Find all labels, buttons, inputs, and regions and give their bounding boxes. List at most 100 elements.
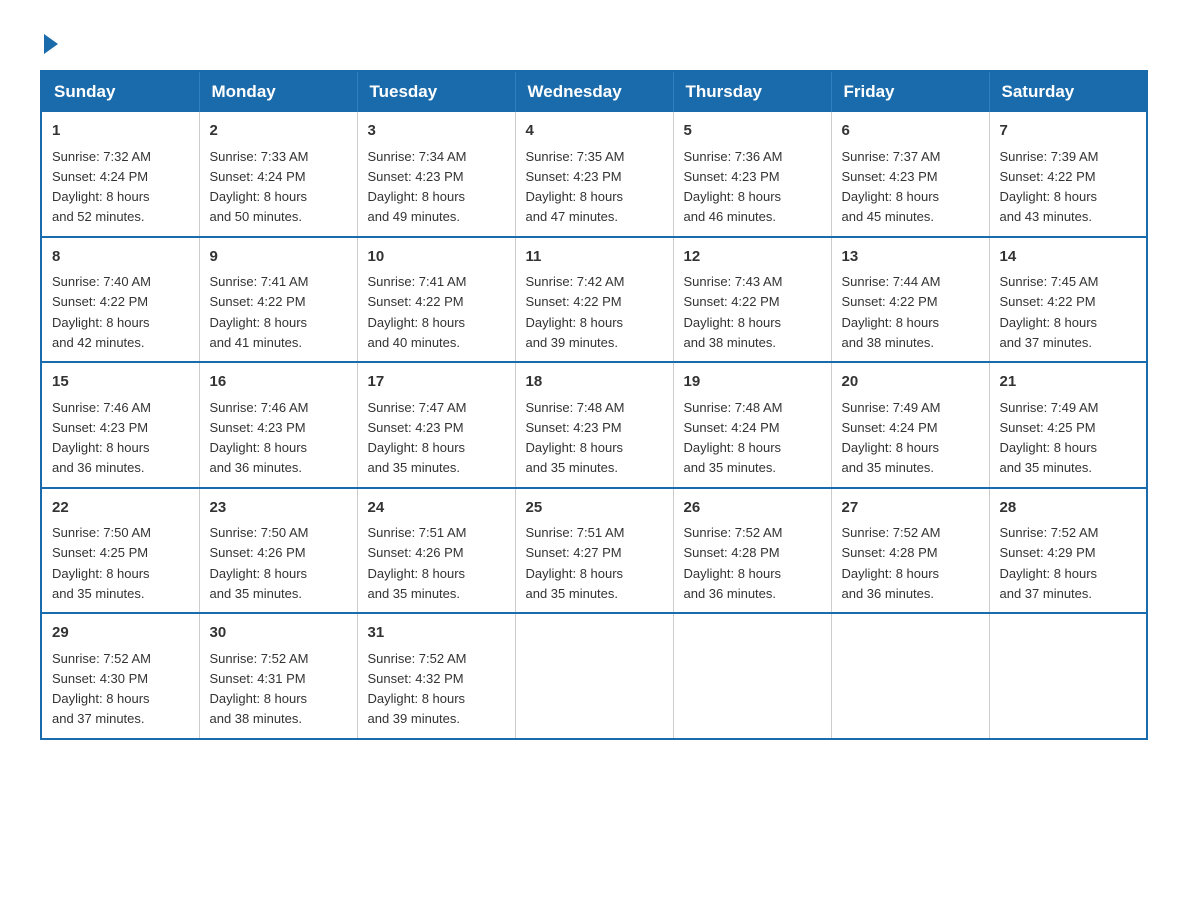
day-info: Sunrise: 7:52 AMSunset: 4:28 PMDaylight:…: [684, 525, 783, 601]
header: [40, 30, 1148, 50]
calendar-cell: 19 Sunrise: 7:48 AMSunset: 4:24 PMDaylig…: [673, 362, 831, 488]
day-number: 19: [684, 371, 821, 394]
calendar-cell: 27 Sunrise: 7:52 AMSunset: 4:28 PMDaylig…: [831, 488, 989, 614]
day-number: 7: [1000, 120, 1137, 143]
calendar-cell: 3 Sunrise: 7:34 AMSunset: 4:23 PMDayligh…: [357, 112, 515, 237]
calendar-cell: 11 Sunrise: 7:42 AMSunset: 4:22 PMDaylig…: [515, 237, 673, 363]
calendar-week-5: 29 Sunrise: 7:52 AMSunset: 4:30 PMDaylig…: [41, 613, 1147, 739]
day-number: 27: [842, 497, 979, 520]
day-info: Sunrise: 7:34 AMSunset: 4:23 PMDaylight:…: [368, 149, 467, 225]
calendar-cell: 29 Sunrise: 7:52 AMSunset: 4:30 PMDaylig…: [41, 613, 199, 739]
day-info: Sunrise: 7:52 AMSunset: 4:30 PMDaylight:…: [52, 651, 151, 727]
calendar-week-3: 15 Sunrise: 7:46 AMSunset: 4:23 PMDaylig…: [41, 362, 1147, 488]
calendar-cell: [673, 613, 831, 739]
day-number: 3: [368, 120, 505, 143]
day-info: Sunrise: 7:45 AMSunset: 4:22 PMDaylight:…: [1000, 274, 1099, 350]
logo-arrow-icon: [44, 34, 58, 54]
calendar-cell: 7 Sunrise: 7:39 AMSunset: 4:22 PMDayligh…: [989, 112, 1147, 237]
day-info: Sunrise: 7:35 AMSunset: 4:23 PMDaylight:…: [526, 149, 625, 225]
day-number: 2: [210, 120, 347, 143]
calendar-cell: 23 Sunrise: 7:50 AMSunset: 4:26 PMDaylig…: [199, 488, 357, 614]
weekday-header-wednesday: Wednesday: [515, 71, 673, 112]
day-number: 18: [526, 371, 663, 394]
day-info: Sunrise: 7:36 AMSunset: 4:23 PMDaylight:…: [684, 149, 783, 225]
calendar-week-1: 1 Sunrise: 7:32 AMSunset: 4:24 PMDayligh…: [41, 112, 1147, 237]
day-info: Sunrise: 7:40 AMSunset: 4:22 PMDaylight:…: [52, 274, 151, 350]
day-number: 1: [52, 120, 189, 143]
calendar-cell: 22 Sunrise: 7:50 AMSunset: 4:25 PMDaylig…: [41, 488, 199, 614]
day-info: Sunrise: 7:48 AMSunset: 4:24 PMDaylight:…: [684, 400, 783, 476]
day-info: Sunrise: 7:42 AMSunset: 4:22 PMDaylight:…: [526, 274, 625, 350]
calendar-body: 1 Sunrise: 7:32 AMSunset: 4:24 PMDayligh…: [41, 112, 1147, 739]
calendar-cell: 8 Sunrise: 7:40 AMSunset: 4:22 PMDayligh…: [41, 237, 199, 363]
calendar-cell: 12 Sunrise: 7:43 AMSunset: 4:22 PMDaylig…: [673, 237, 831, 363]
day-info: Sunrise: 7:39 AMSunset: 4:22 PMDaylight:…: [1000, 149, 1099, 225]
calendar-week-4: 22 Sunrise: 7:50 AMSunset: 4:25 PMDaylig…: [41, 488, 1147, 614]
calendar-cell: [831, 613, 989, 739]
day-info: Sunrise: 7:51 AMSunset: 4:26 PMDaylight:…: [368, 525, 467, 601]
calendar-cell: 13 Sunrise: 7:44 AMSunset: 4:22 PMDaylig…: [831, 237, 989, 363]
day-number: 8: [52, 246, 189, 269]
day-number: 12: [684, 246, 821, 269]
calendar-cell: 15 Sunrise: 7:46 AMSunset: 4:23 PMDaylig…: [41, 362, 199, 488]
day-number: 24: [368, 497, 505, 520]
day-info: Sunrise: 7:41 AMSunset: 4:22 PMDaylight:…: [368, 274, 467, 350]
day-number: 14: [1000, 246, 1137, 269]
day-number: 29: [52, 622, 189, 645]
weekday-header-row: SundayMondayTuesdayWednesdayThursdayFrid…: [41, 71, 1147, 112]
calendar-cell: 18 Sunrise: 7:48 AMSunset: 4:23 PMDaylig…: [515, 362, 673, 488]
day-info: Sunrise: 7:32 AMSunset: 4:24 PMDaylight:…: [52, 149, 151, 225]
calendar-cell: [989, 613, 1147, 739]
weekday-header-saturday: Saturday: [989, 71, 1147, 112]
day-number: 23: [210, 497, 347, 520]
day-info: Sunrise: 7:37 AMSunset: 4:23 PMDaylight:…: [842, 149, 941, 225]
day-number: 5: [684, 120, 821, 143]
calendar-cell: 28 Sunrise: 7:52 AMSunset: 4:29 PMDaylig…: [989, 488, 1147, 614]
day-number: 9: [210, 246, 347, 269]
day-number: 16: [210, 371, 347, 394]
day-number: 22: [52, 497, 189, 520]
calendar-cell: 21 Sunrise: 7:49 AMSunset: 4:25 PMDaylig…: [989, 362, 1147, 488]
calendar-cell: 26 Sunrise: 7:52 AMSunset: 4:28 PMDaylig…: [673, 488, 831, 614]
day-info: Sunrise: 7:52 AMSunset: 4:28 PMDaylight:…: [842, 525, 941, 601]
day-info: Sunrise: 7:46 AMSunset: 4:23 PMDaylight:…: [210, 400, 309, 476]
day-number: 13: [842, 246, 979, 269]
day-info: Sunrise: 7:44 AMSunset: 4:22 PMDaylight:…: [842, 274, 941, 350]
day-number: 30: [210, 622, 347, 645]
day-number: 17: [368, 371, 505, 394]
day-info: Sunrise: 7:43 AMSunset: 4:22 PMDaylight:…: [684, 274, 783, 350]
day-info: Sunrise: 7:50 AMSunset: 4:26 PMDaylight:…: [210, 525, 309, 601]
day-number: 26: [684, 497, 821, 520]
day-info: Sunrise: 7:52 AMSunset: 4:31 PMDaylight:…: [210, 651, 309, 727]
day-info: Sunrise: 7:52 AMSunset: 4:32 PMDaylight:…: [368, 651, 467, 727]
calendar-cell: 25 Sunrise: 7:51 AMSunset: 4:27 PMDaylig…: [515, 488, 673, 614]
calendar-cell: 4 Sunrise: 7:35 AMSunset: 4:23 PMDayligh…: [515, 112, 673, 237]
day-number: 28: [1000, 497, 1137, 520]
weekday-header-tuesday: Tuesday: [357, 71, 515, 112]
calendar-cell: 6 Sunrise: 7:37 AMSunset: 4:23 PMDayligh…: [831, 112, 989, 237]
day-number: 4: [526, 120, 663, 143]
day-number: 15: [52, 371, 189, 394]
calendar-week-2: 8 Sunrise: 7:40 AMSunset: 4:22 PMDayligh…: [41, 237, 1147, 363]
weekday-header-monday: Monday: [199, 71, 357, 112]
calendar-cell: 24 Sunrise: 7:51 AMSunset: 4:26 PMDaylig…: [357, 488, 515, 614]
calendar-cell: 14 Sunrise: 7:45 AMSunset: 4:22 PMDaylig…: [989, 237, 1147, 363]
calendar-cell: 16 Sunrise: 7:46 AMSunset: 4:23 PMDaylig…: [199, 362, 357, 488]
calendar-cell: 1 Sunrise: 7:32 AMSunset: 4:24 PMDayligh…: [41, 112, 199, 237]
calendar-cell: 17 Sunrise: 7:47 AMSunset: 4:23 PMDaylig…: [357, 362, 515, 488]
day-number: 20: [842, 371, 979, 394]
day-info: Sunrise: 7:47 AMSunset: 4:23 PMDaylight:…: [368, 400, 467, 476]
day-number: 31: [368, 622, 505, 645]
day-info: Sunrise: 7:33 AMSunset: 4:24 PMDaylight:…: [210, 149, 309, 225]
weekday-header-thursday: Thursday: [673, 71, 831, 112]
day-info: Sunrise: 7:49 AMSunset: 4:25 PMDaylight:…: [1000, 400, 1099, 476]
calendar-cell: 10 Sunrise: 7:41 AMSunset: 4:22 PMDaylig…: [357, 237, 515, 363]
calendar-cell: 2 Sunrise: 7:33 AMSunset: 4:24 PMDayligh…: [199, 112, 357, 237]
day-number: 10: [368, 246, 505, 269]
day-number: 11: [526, 246, 663, 269]
day-number: 25: [526, 497, 663, 520]
day-info: Sunrise: 7:46 AMSunset: 4:23 PMDaylight:…: [52, 400, 151, 476]
calendar-cell: [515, 613, 673, 739]
day-number: 6: [842, 120, 979, 143]
logo: [40, 30, 58, 50]
